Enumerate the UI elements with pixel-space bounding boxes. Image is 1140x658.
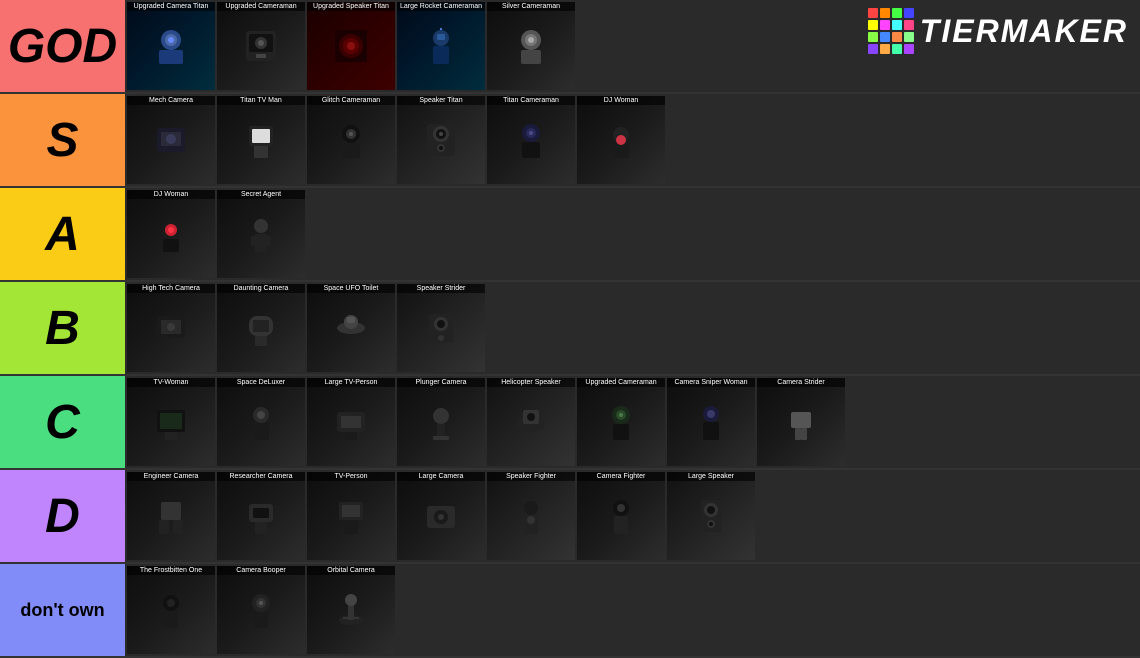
list-item[interactable]: Large Speaker [667,472,755,560]
list-item[interactable]: Upgraded Cameraman [217,2,305,90]
list-item[interactable]: Silver Cameraman [487,2,575,90]
item-label: Daunting Camera [217,284,305,293]
item-label: Secret Agent [217,190,305,199]
tiermaker-logo: TiERMAKER [868,8,1128,54]
list-item[interactable]: Speaker Fighter [487,472,575,560]
item-label: Upgraded Cameraman [577,378,665,387]
list-item[interactable]: Upgraded Camera Titan [127,2,215,90]
tier-items-s: Mech Camera Titan TV Man Glitch Camerama… [125,94,1140,186]
list-item[interactable]: Upgraded Speaker Titan [307,2,395,90]
header: TiERMAKER [868,8,1128,54]
item-label: DJ Woman [577,96,665,105]
list-item[interactable]: Mech Camera [127,96,215,184]
item-label: Large Camera [397,472,485,481]
item-label: Titan Cameraman [487,96,575,105]
item-label: Upgraded Camera Titan [127,2,215,11]
list-item[interactable]: DJ Woman [577,96,665,184]
list-item[interactable]: Upgraded Cameraman [577,378,665,466]
list-item[interactable]: Space DeLuxer [217,378,305,466]
tier-row-b: B High Tech Camera Daunting Camera Space… [0,282,1140,376]
item-label: Speaker Fighter [487,472,575,481]
tier-row-dontown: don't own The Frostbitten One Camera Boo… [0,564,1140,658]
list-item[interactable]: Camera Sniper Woman [667,378,755,466]
item-label: Camera Sniper Woman [667,378,755,387]
item-label: Orbital Camera [307,566,395,575]
item-label: Space DeLuxer [217,378,305,387]
list-item[interactable]: Titan Cameraman [487,96,575,184]
list-item[interactable]: Orbital Camera [307,566,395,654]
item-label: Upgraded Cameraman [217,2,305,11]
tier-label-god: GOD [0,0,125,92]
item-label: TV-Woman [127,378,215,387]
item-label: The Frostbitten One [127,566,215,575]
tier-label-d: D [0,470,125,562]
list-item[interactable]: Researcher Camera [217,472,305,560]
item-label: Space UFO Toilet [307,284,395,293]
item-label: Glitch Cameraman [307,96,395,105]
tier-label-a: A [0,188,125,280]
list-item[interactable]: TV-Person [307,472,395,560]
list-item[interactable]: Plunger Camera [397,378,485,466]
logo-icon [868,8,914,54]
item-label: Large TV-Person [307,378,395,387]
list-item[interactable]: Large Rocket Cameraman [397,2,485,90]
tier-label-s: S [0,94,125,186]
item-label: Large Rocket Cameraman [397,2,485,11]
tier-label-b: B [0,282,125,374]
item-label: Camera Booper [217,566,305,575]
list-item[interactable]: Speaker Strider [397,284,485,372]
list-item[interactable]: Speaker Titan [397,96,485,184]
tier-items-a: DJ Woman Secret Agent [125,188,1140,280]
list-item[interactable]: Titan TV Man [217,96,305,184]
item-label: Speaker Strider [397,284,485,293]
item-label: Titan TV Man [217,96,305,105]
item-label: Speaker Titan [397,96,485,105]
tier-label-c: C [0,376,125,468]
list-item[interactable]: Secret Agent [217,190,305,278]
list-item[interactable]: Helicopter Speaker [487,378,575,466]
list-item[interactable]: The Frostbitten One [127,566,215,654]
list-item[interactable]: High Tech Camera [127,284,215,372]
list-item[interactable]: Glitch Cameraman [307,96,395,184]
tier-row-d: D Engineer Camera Researcher Camera TV-P… [0,470,1140,564]
list-item[interactable]: Camera Fighter [577,472,665,560]
tier-items-c: TV-Woman Space DeLuxer Large TV-Person P… [125,376,1140,468]
tier-row-c: C TV-Woman Space DeLuxer Large TV-Person [0,376,1140,470]
tier-items-dontown: The Frostbitten One Camera Booper Orbita… [125,564,1140,656]
item-label: Helicopter Speaker [487,378,575,387]
list-item[interactable]: Space UFO Toilet [307,284,395,372]
tier-items-b: High Tech Camera Daunting Camera Space U… [125,282,1140,374]
list-item[interactable]: DJ Woman [127,190,215,278]
list-item[interactable]: Camera Strider [757,378,845,466]
item-label: Mech Camera [127,96,215,105]
list-item[interactable]: Large Camera [397,472,485,560]
tiermaker-text: TiERMAKER [920,13,1128,50]
list-item[interactable]: TV-Woman [127,378,215,466]
item-label: TV-Person [307,472,395,481]
item-label: Large Speaker [667,472,755,481]
tier-label-dontown: don't own [0,564,125,656]
tier-row-a: A DJ Woman Secret Agent [0,188,1140,282]
list-item[interactable]: Large TV-Person [307,378,395,466]
tier-items-d: Engineer Camera Researcher Camera TV-Per… [125,470,1140,562]
item-label: Upgraded Speaker Titan [307,2,395,11]
tier-list: TiERMAKER GOD Upgraded Camera Titan Upgr… [0,0,1140,651]
item-label: Engineer Camera [127,472,215,481]
item-label: Researcher Camera [217,472,305,481]
item-label: DJ Woman [127,190,215,199]
item-label: Camera Strider [757,378,845,387]
item-label: Silver Cameraman [487,2,575,11]
list-item[interactable]: Engineer Camera [127,472,215,560]
item-label: Camera Fighter [577,472,665,481]
item-label: Plunger Camera [397,378,485,387]
tier-row-s: S Mech Camera Titan TV Man Glitch Camera… [0,94,1140,188]
list-item[interactable]: Daunting Camera [217,284,305,372]
item-label: High Tech Camera [127,284,215,293]
list-item[interactable]: Camera Booper [217,566,305,654]
